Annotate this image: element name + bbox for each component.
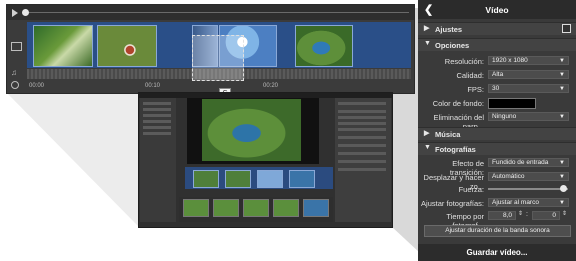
chevron-right-icon: ▶ xyxy=(424,25,430,32)
ruler-tick: 00:20 xyxy=(263,83,279,89)
seek-bar[interactable] xyxy=(25,12,409,13)
section-musica[interactable]: ▶ Música xyxy=(418,127,576,140)
clock-icon xyxy=(11,81,19,89)
section-label: Fotografías xyxy=(435,145,476,154)
fit-to-soundtrack-button[interactable]: Ajustar duración de la banda sonora xyxy=(424,225,571,237)
photo-browser xyxy=(179,197,333,222)
frames-stepper[interactable]: 0 xyxy=(532,211,560,220)
pan-zoom-dropdown[interactable]: Automático ▼ xyxy=(488,172,569,181)
stepper-arrows-icon[interactable]: ⇕ xyxy=(562,210,567,217)
dropdown-value: Fundido de entrada xyxy=(492,159,549,166)
fit-photos-dropdown[interactable]: Ajustar al marco ▼ xyxy=(488,198,569,207)
photo-thumbnail[interactable] xyxy=(295,25,353,67)
section-opciones[interactable]: ▼ Opciones xyxy=(418,38,576,51)
section-fotografias[interactable]: ▼ Fotografías xyxy=(418,142,576,155)
play-icon[interactable] xyxy=(12,9,18,17)
section-ajustes[interactable]: ▶ Ajustes xyxy=(418,22,576,35)
section-label: Opciones xyxy=(435,41,470,50)
chevron-down-icon: ▼ xyxy=(424,40,431,47)
dropdown-value: Ajustar al marco xyxy=(492,199,539,206)
timeline-panel: ♫ 00:00 00:10 00:20 C xyxy=(6,4,415,100)
dropdown-value: Alta xyxy=(492,71,504,78)
chevron-down-icon: ▼ xyxy=(559,174,565,180)
stepper-arrows-icon[interactable]: ⇕ xyxy=(518,210,523,217)
panel-title: Vídeo xyxy=(485,5,509,15)
seconds-stepper[interactable]: 8,0 xyxy=(488,211,516,220)
folder-tree xyxy=(140,98,176,222)
strength-label: Fuerza: xyxy=(458,185,484,194)
video-settings-panel: ❮ Vídeo ▶ Ajustes ▼ Opciones Resolución:… xyxy=(418,0,576,261)
dropdown-value: 1920 x 1080 xyxy=(492,57,528,64)
fps-label: FPS: xyxy=(467,85,484,94)
resolution-dropdown[interactable]: 1920 x 1080 ▼ xyxy=(488,56,569,65)
quality-label: Calidad: xyxy=(456,71,484,80)
transition-effect-dropdown[interactable]: Fundido de entrada ▼ xyxy=(488,158,569,167)
settings-sidebar xyxy=(335,98,391,222)
background-color-swatch[interactable] xyxy=(488,98,536,109)
chevron-down-icon: ▼ xyxy=(559,114,565,120)
seek-handle[interactable] xyxy=(22,9,29,16)
save-preset-icon[interactable] xyxy=(562,24,571,33)
chevron-down-icon: ▼ xyxy=(559,58,565,64)
photo-thumbnail[interactable] xyxy=(33,25,93,67)
image-track-icon xyxy=(11,42,22,51)
chevron-down-icon: ▼ xyxy=(559,200,565,206)
strength-slider[interactable] xyxy=(488,188,568,190)
ruler-tick: 00:10 xyxy=(145,83,161,89)
dropdown-value: Ninguno xyxy=(492,113,517,120)
section-label: Música xyxy=(435,130,461,139)
ruler-tick: 00:00 xyxy=(29,83,45,89)
fps-dropdown[interactable]: 30 ▼ xyxy=(488,84,569,93)
background-color-label: Color de fondo: xyxy=(432,99,484,108)
save-video-button[interactable]: Guardar vídeo... xyxy=(438,246,556,259)
fit-photos-label: Ajustar fotografías: xyxy=(421,199,484,208)
chevron-down-icon: ▼ xyxy=(559,160,565,166)
mini-timeline xyxy=(185,167,333,189)
app-window-preview xyxy=(138,92,393,228)
dropdown-value: Automático xyxy=(492,173,525,180)
quality-dropdown[interactable]: Alta ▼ xyxy=(488,70,569,79)
photo-thumbnail[interactable] xyxy=(97,25,157,67)
chevron-down-icon: ▼ xyxy=(559,72,565,78)
section-label: Ajustes xyxy=(435,25,463,34)
strength-slider-handle[interactable] xyxy=(560,185,568,192)
flicker-removal-dropdown[interactable]: Ninguno ▼ xyxy=(488,112,569,121)
dragged-photo[interactable] xyxy=(192,35,244,81)
time-separator: : xyxy=(526,211,528,218)
resolution-label: Resolución: xyxy=(444,57,484,66)
preview-image xyxy=(202,99,301,161)
chevron-down-icon: ▼ xyxy=(424,144,431,151)
dropdown-value: 30 xyxy=(492,85,500,92)
music-note-icon: ♫ xyxy=(11,68,17,77)
chevron-down-icon: ▼ xyxy=(559,86,565,92)
chevron-right-icon: ▶ xyxy=(424,130,430,137)
